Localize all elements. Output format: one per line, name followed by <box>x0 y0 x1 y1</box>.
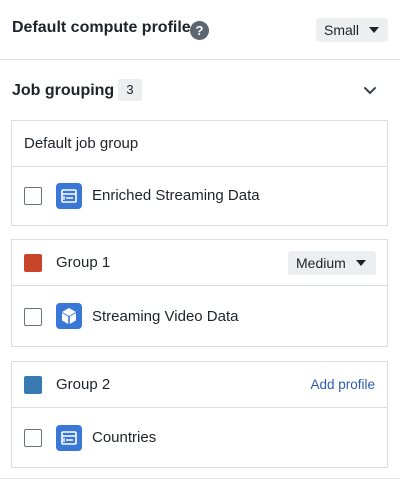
compute-profile-title: Default compute profile <box>12 19 191 36</box>
default-compute-profile-row: Default compute profile ? Small <box>0 0 400 60</box>
group-1-label: Group 1 <box>56 254 111 271</box>
compute-profile-dropdown[interactable]: Small <box>316 18 388 42</box>
divider <box>0 478 400 479</box>
default-job-group-card: Default job group Enriched Streaming Dat… <box>11 120 388 226</box>
group-2-card: Group 2 Add profile Countries <box>11 361 388 468</box>
job-checkbox[interactable] <box>24 429 42 447</box>
job-group-count-badge: 3 <box>118 79 142 101</box>
caret-down-icon <box>369 27 380 33</box>
job-checkbox[interactable] <box>24 187 42 205</box>
job-list-item[interactable]: Countries <box>12 408 387 467</box>
group-1-header: Group 1 Medium <box>12 240 387 286</box>
dataset-icon <box>56 425 82 451</box>
job-list-item[interactable]: Streaming Video Data <box>12 286 387 346</box>
chevron-down-icon[interactable] <box>360 80 380 100</box>
cube-icon <box>56 303 82 329</box>
group-2-color-swatch[interactable] <box>24 376 42 394</box>
default-job-group-label: Default job group <box>24 135 139 152</box>
group-1-card: Group 1 Medium Streaming Video Data <box>11 239 388 347</box>
job-label: Enriched Streaming Data <box>92 187 260 204</box>
help-icon[interactable]: ? <box>190 21 209 40</box>
group-1-profile-value: Medium <box>296 255 346 271</box>
group-1-color-swatch[interactable] <box>24 254 42 272</box>
compute-profile-value: Small <box>324 22 360 38</box>
add-profile-link[interactable]: Add profile <box>310 377 375 392</box>
job-grouping-title: Job grouping <box>12 82 115 99</box>
job-checkbox[interactable] <box>24 308 42 326</box>
group-2-label: Group 2 <box>56 376 111 393</box>
default-job-group-header: Default job group <box>12 121 387 167</box>
job-label: Streaming Video Data <box>92 308 239 325</box>
dataset-icon <box>56 183 82 209</box>
job-grouping-header[interactable]: Job grouping <box>0 61 400 119</box>
group-1-profile-dropdown[interactable]: Medium <box>288 251 376 275</box>
caret-down-icon <box>355 260 366 266</box>
group-2-header: Group 2 Add profile <box>12 362 387 408</box>
job-label: Countries <box>92 429 157 446</box>
job-list-item[interactable]: Enriched Streaming Data <box>12 167 387 225</box>
